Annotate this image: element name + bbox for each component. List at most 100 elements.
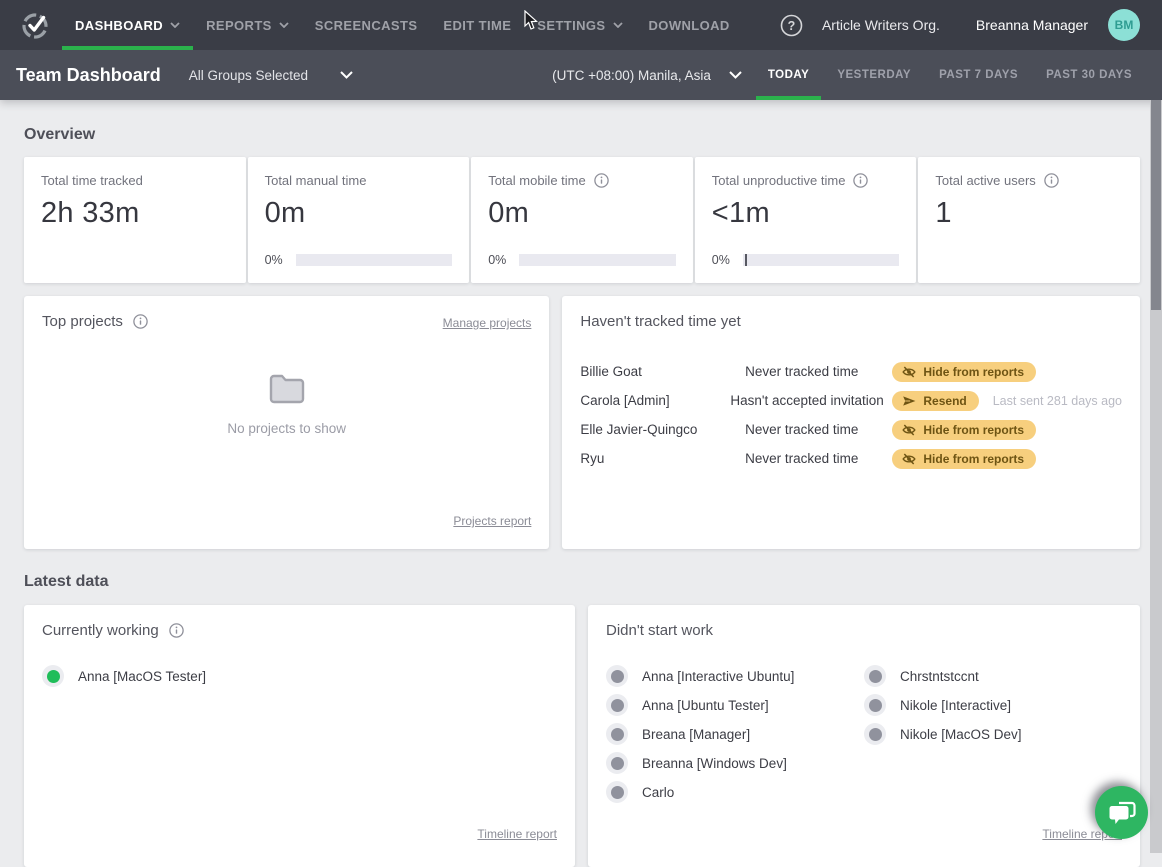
- didnt-start-work-title: Didn't start work: [606, 622, 713, 639]
- tab-yesterday[interactable]: YESTERDAY: [823, 50, 925, 100]
- timezone-select[interactable]: (UTC +08:00) Manila, Asia: [552, 50, 742, 100]
- svg-text:?: ?: [788, 19, 796, 33]
- stat-label: Total manual time: [265, 173, 367, 188]
- top-projects-title: Top projects: [42, 313, 123, 330]
- nav-item-dashboard[interactable]: DASHBOARD: [62, 0, 193, 50]
- main-nav: DASHBOARD REPORTS SCREENCASTS EDIT TIME …: [62, 0, 743, 50]
- pill-label: Hide from reports: [923, 365, 1024, 379]
- stat-percent: 0%: [712, 253, 730, 267]
- app-logo-icon[interactable]: [20, 10, 50, 40]
- offline-status-icon: [864, 723, 886, 745]
- stat-label: Total unproductive time: [712, 173, 846, 188]
- stat-progress: 0%: [488, 253, 676, 267]
- stat-progress: 0%: [265, 253, 453, 267]
- projects-report-link[interactable]: Projects report: [453, 514, 531, 528]
- stat-value: <1m: [712, 197, 900, 230]
- stat-value: 1: [935, 197, 1123, 230]
- timezone-value: (UTC +08:00) Manila, Asia: [552, 68, 711, 83]
- send-icon: [902, 395, 916, 407]
- empty-projects-text: No projects to show: [227, 421, 346, 436]
- user-row: Anna [Ubuntu Tester]: [606, 694, 864, 716]
- user-name: Anna [Interactive Ubuntu]: [642, 669, 794, 684]
- chevron-down-icon: [729, 71, 742, 79]
- offline-status-icon: [606, 752, 628, 774]
- help-icon[interactable]: ?: [780, 14, 803, 37]
- stat-label: Total active users: [935, 173, 1035, 188]
- stat-label: Total mobile time: [488, 173, 586, 188]
- user-row: Anna [Interactive Ubuntu]: [606, 665, 864, 687]
- stat-value: 2h 33m: [41, 197, 229, 230]
- overview-stats-row: Total time tracked 2h 33m Total manual t…: [24, 157, 1140, 283]
- info-icon[interactable]: [169, 623, 184, 638]
- working-user-list: Anna [MacOS Tester]: [42, 665, 557, 687]
- stat-card-time-tracked: Total time tracked 2h 33m: [24, 157, 246, 283]
- user-status: Never tracked time: [730, 364, 858, 379]
- spacer: [353, 50, 552, 100]
- chat-widget-button[interactable]: [1095, 786, 1148, 839]
- not-started-user-list: Anna [Interactive Ubuntu] Anna [Ubuntu T…: [606, 665, 1122, 810]
- tab-past-30-days[interactable]: PAST 30 DAYS: [1032, 50, 1146, 100]
- user-row: Carlo: [606, 781, 864, 803]
- chevron-down-icon: [340, 71, 353, 79]
- nav-item-edit-time[interactable]: EDIT TIME: [430, 0, 524, 50]
- manage-projects-link[interactable]: Manage projects: [443, 316, 532, 330]
- offline-status-icon: [606, 665, 628, 687]
- user-name: Carola [Admin]: [580, 393, 730, 408]
- user-row: Breanna [Windows Dev]: [606, 752, 864, 774]
- hide-from-reports-button[interactable]: Hide from reports: [892, 420, 1036, 440]
- not-tracked-row: Carola [Admin] Hasn't accepted invitatio…: [580, 386, 1122, 415]
- stat-label: Total time tracked: [41, 173, 143, 188]
- group-filter-value: All Groups Selected: [189, 68, 308, 83]
- hide-from-reports-button[interactable]: Hide from reports: [892, 449, 1036, 469]
- not-tracked-title: Haven't tracked time yet: [580, 313, 740, 330]
- folder-icon: [268, 374, 306, 405]
- org-name[interactable]: Article Writers Org.: [822, 17, 940, 33]
- date-range-tabs: TODAY YESTERDAY PAST 7 DAYS PAST 30 DAYS: [754, 50, 1146, 100]
- user-row: Chrstntstccnt: [864, 665, 1122, 687]
- offline-status-icon: [864, 694, 886, 716]
- pill-label: Hide from reports: [923, 452, 1024, 466]
- didnt-start-work-card: Didn't start work Anna [Interactive Ubun…: [588, 605, 1140, 867]
- chat-bubble-icon: [1107, 799, 1137, 827]
- info-icon[interactable]: [594, 173, 609, 188]
- nav-item-settings[interactable]: SETTINGS: [524, 0, 635, 50]
- nav-label: REPORTS: [206, 18, 272, 33]
- user-name: Anna [MacOS Tester]: [78, 669, 206, 684]
- currently-working-title: Currently working: [42, 622, 159, 639]
- hide-from-reports-button[interactable]: Hide from reports: [892, 362, 1036, 382]
- timeline-report-link[interactable]: Timeline report: [477, 827, 557, 841]
- latest-data-row: Currently working Anna [MacOS Tester] Ti…: [24, 605, 1140, 867]
- info-icon[interactable]: [133, 314, 148, 329]
- stat-value: 0m: [488, 197, 676, 230]
- avatar[interactable]: BM: [1108, 9, 1140, 41]
- resend-invitation-button[interactable]: Resend: [892, 391, 978, 411]
- nav-item-screencasts[interactable]: SCREENCASTS: [302, 0, 431, 50]
- tab-today[interactable]: TODAY: [754, 50, 824, 100]
- scrollbar-thumb[interactable]: [1151, 100, 1161, 310]
- eye-off-icon: [902, 453, 916, 465]
- user-name: Nikole [MacOS Dev]: [900, 727, 1022, 742]
- progress-bar: [296, 254, 453, 266]
- user-status: Never tracked time: [730, 451, 858, 466]
- stat-card-unproductive-time: Total unproductive time <1m 0%: [695, 157, 917, 283]
- info-icon[interactable]: [1044, 173, 1059, 188]
- info-icon[interactable]: [853, 173, 868, 188]
- user-row: Nikole [MacOS Dev]: [864, 723, 1122, 745]
- stat-card-active-users: Total active users 1: [918, 157, 1140, 283]
- nav-label: DASHBOARD: [75, 18, 163, 33]
- group-filter-select[interactable]: All Groups Selected: [189, 68, 353, 83]
- stat-percent: 0%: [488, 253, 506, 267]
- user-menu[interactable]: Breanna Manager: [976, 17, 1088, 33]
- user-name: Billie Goat: [580, 364, 730, 379]
- tab-past-7-days[interactable]: PAST 7 DAYS: [925, 50, 1032, 100]
- overview-panels-row: Top projects Manage projects No projects…: [24, 296, 1140, 549]
- nav-item-download[interactable]: DOWNLOAD: [636, 0, 743, 50]
- user-name: Elle Javier-Quingco: [580, 422, 730, 437]
- not-tracked-row: Elle Javier-Quingco Never tracked time H…: [580, 415, 1122, 444]
- nav-item-reports[interactable]: REPORTS: [193, 0, 302, 50]
- offline-status-icon: [606, 694, 628, 716]
- chevron-down-icon: [279, 22, 289, 28]
- stat-card-mobile-time: Total mobile time 0m 0%: [471, 157, 693, 283]
- scrollbar-track[interactable]: [1150, 100, 1162, 853]
- chevron-down-icon: [170, 22, 180, 28]
